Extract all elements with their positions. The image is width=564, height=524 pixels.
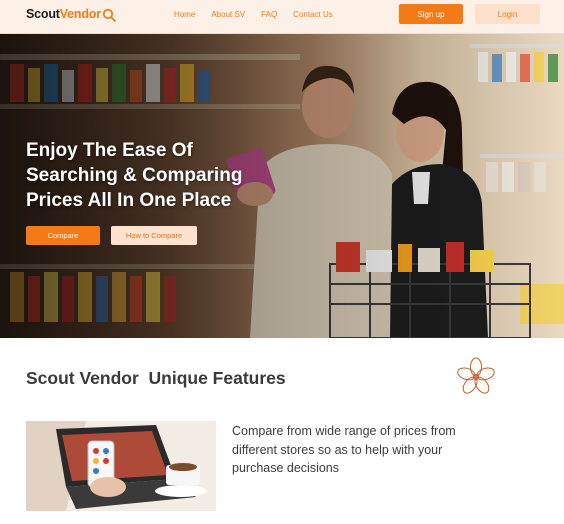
feature-image-phone-laptop — [26, 421, 216, 511]
logo-text: ScoutVendor — [26, 7, 101, 21]
hero-headline: Enjoy The Ease Of Searching & Comparing … — [26, 140, 243, 211]
laptop-phone-illustration — [26, 421, 216, 511]
feature-description: Compare from wide range of prices from d… — [232, 424, 456, 475]
nav-about-link[interactable]: About SV — [211, 10, 245, 19]
login-button[interactable]: Login — [475, 4, 540, 24]
compare-button[interactable]: Compare — [26, 226, 100, 245]
nav-contact-link[interactable]: Contact Us — [293, 10, 333, 19]
flower-outline-icon — [457, 357, 495, 394]
magnifier-icon — [102, 8, 116, 22]
features-heading: Scout Vendor Unique Features — [26, 368, 286, 388]
how-to-compare-button[interactable]: How to Compare — [111, 226, 197, 245]
brand-logo[interactable]: ScoutVendor — [26, 6, 116, 22]
nav-faq-link[interactable]: FAQ — [261, 10, 277, 19]
main-nav: Home About SV FAQ Contact Us — [174, 10, 333, 19]
signup-button[interactable]: Sign up — [399, 4, 463, 24]
top-navbar: ScoutVendor Home About SV FAQ Contact Us… — [0, 0, 564, 34]
hero-banner: Enjoy The Ease Of Searching & Comparing … — [0, 34, 564, 338]
nav-home-link[interactable]: Home — [174, 10, 195, 19]
